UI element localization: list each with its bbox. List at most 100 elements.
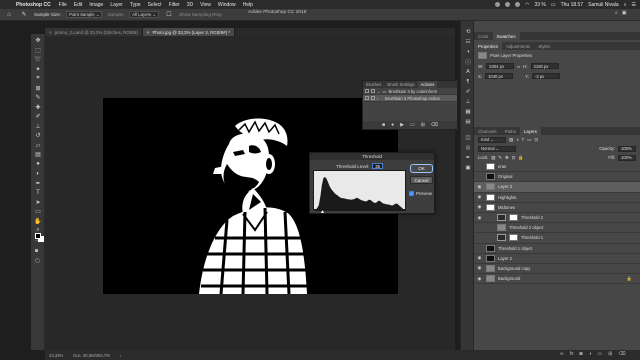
layers-icon[interactable]: ◫: [461, 133, 475, 143]
trash-icon[interactable]: ⌫: [618, 351, 625, 357]
clone-icon[interactable]: ⊥: [461, 97, 475, 107]
visibility-eye-icon[interactable]: ◉: [476, 204, 483, 210]
layer-row[interactable]: ◉ Background 🔒: [474, 274, 640, 285]
menu-help[interactable]: Help: [243, 2, 253, 8]
libraries-icon[interactable]: ▣: [461, 163, 475, 173]
foreground-color-swatch[interactable]: [35, 233, 41, 239]
layer-thumbnail[interactable]: [486, 203, 495, 211]
tab-actions[interactable]: Actions: [417, 81, 438, 88]
tab-brush-settings[interactable]: Brush Settings: [384, 81, 417, 88]
visibility-eye-icon[interactable]: ◉: [476, 215, 483, 221]
stamp-tool-icon[interactable]: ⊥: [31, 122, 45, 132]
layer-name[interactable]: Threshold 1: [521, 235, 543, 240]
menu-filter[interactable]: Filter: [169, 2, 180, 8]
menu-image[interactable]: Image: [89, 2, 103, 8]
tab-styles[interactable]: Styles: [534, 42, 554, 50]
app-name[interactable]: Photoshop CC: [16, 2, 51, 8]
crop-tool-icon[interactable]: ⌗: [31, 74, 45, 84]
layer-thumbnail[interactable]: [486, 183, 495, 191]
layer-thumbnail[interactable]: [497, 224, 506, 232]
user-name[interactable]: Samuli Nivala: [588, 2, 619, 8]
lock-move-icon[interactable]: ✥: [505, 155, 509, 161]
width-field[interactable]: 2304 px: [486, 63, 515, 69]
close-icon[interactable]: ×: [147, 30, 150, 35]
dialog-toggle-icon[interactable]: [371, 96, 375, 100]
visibility-eye-icon[interactable]: ◉: [476, 276, 483, 282]
filter-adjust-icon[interactable]: ◑: [516, 137, 519, 142]
tab-photo[interactable]: × Photo.jpg @ 33,3% (Layer 3, RGB/8#) *: [142, 28, 236, 36]
histogram[interactable]: [313, 170, 407, 211]
cancel-button[interactable]: Cancel: [410, 176, 433, 184]
status-icon[interactable]: [515, 2, 521, 7]
lock-artboard-icon[interactable]: ⊡: [512, 155, 516, 161]
layer-thumbnail[interactable]: [486, 163, 495, 171]
status-icon[interactable]: [505, 2, 511, 7]
dialog-toggle-icon[interactable]: [371, 89, 375, 93]
checkbox-icon[interactable]: [365, 89, 369, 93]
marquee-tool-icon[interactable]: ⬚: [31, 46, 45, 56]
channels-icon[interactable]: ◎: [461, 143, 475, 153]
layer-row[interactable]: ◉ Layer 3: [474, 182, 640, 193]
tab-layers[interactable]: Layers: [519, 127, 541, 135]
menu-type[interactable]: Type: [130, 2, 141, 8]
menu-select[interactable]: Select: [148, 2, 162, 8]
adjustment-layer-icon[interactable]: [497, 234, 506, 242]
height-field[interactable]: 2160 px: [530, 63, 559, 69]
quick-mask-icon[interactable]: ◙: [35, 248, 38, 254]
swatches-icon[interactable]: ▦: [461, 107, 475, 117]
visibility-eye-icon[interactable]: ◉: [476, 265, 483, 271]
layer-thumbnail[interactable]: [486, 254, 495, 262]
layer-row[interactable]: Original: [474, 172, 640, 183]
paths-icon[interactable]: ✒: [461, 153, 475, 163]
battery-icon[interactable]: ▭: [551, 2, 556, 8]
menu-edit[interactable]: Edit: [74, 2, 83, 8]
adjustment-icon[interactable]: ◑: [589, 351, 592, 357]
checkbox-icon[interactable]: ☐: [164, 10, 174, 19]
new-icon[interactable]: ⊞: [421, 122, 425, 128]
history-icon[interactable]: ⟲: [461, 27, 475, 37]
layer-row[interactable]: eras: [474, 162, 640, 173]
eyedropper-tool-icon[interactable]: ✎: [31, 93, 45, 103]
sample-dropdown[interactable]: All Layers ⌄: [129, 11, 159, 18]
menu-3d[interactable]: 3D: [187, 2, 193, 8]
play-icon[interactable]: ▶: [400, 122, 404, 128]
link-icon[interactable]: ∞: [517, 64, 520, 69]
link-layers-icon[interactable]: ∞: [560, 351, 564, 357]
lock-paint-icon[interactable]: ✎: [498, 155, 502, 161]
group-icon[interactable]: ▭: [598, 351, 603, 357]
layer-row[interactable]: ◉ Background copy: [474, 264, 640, 275]
fx-icon[interactable]: fx: [570, 351, 574, 357]
lasso-tool-icon[interactable]: ➰: [31, 55, 45, 65]
type-tool-icon[interactable]: T: [31, 188, 45, 198]
filter-pixel-icon[interactable]: ▨: [509, 137, 513, 143]
layer-row[interactable]: ◉ Layer 2: [474, 254, 640, 264]
layer-row[interactable]: Threshold 1: [474, 233, 640, 244]
paragraph-icon[interactable]: ¶: [461, 77, 475, 87]
layer-row[interactable]: ◉ Midtones: [474, 203, 640, 213]
list-icon[interactable]: ☰: [632, 2, 636, 8]
eyedropper-icon[interactable]: ✎: [19, 10, 29, 19]
tab-properties[interactable]: Properties: [474, 42, 503, 50]
layer-name[interactable]: Background copy: [498, 266, 530, 271]
tab-promo[interactable]: × promo_2.Land @ 33,3% (Glitches, RGB/8): [45, 28, 143, 36]
layer-name[interactable]: Background: [498, 276, 520, 281]
fill-field[interactable]: 100%: [618, 154, 636, 161]
visibility-eye-icon[interactable]: ◉: [476, 184, 483, 190]
hand-tool-icon[interactable]: ✋: [31, 217, 45, 227]
menu-layer[interactable]: Layer: [110, 2, 123, 8]
layer-mask-thumbnail[interactable]: [509, 214, 518, 222]
action-row[interactable]: › Brushtain 3 Photoshop Action: [363, 95, 457, 102]
layer-row[interactable]: ◉ Threshold 2: [474, 213, 640, 224]
stop-icon[interactable]: ■: [382, 122, 385, 128]
path-select-icon[interactable]: ➤: [31, 198, 45, 208]
move-tool-icon[interactable]: ✥: [31, 36, 45, 46]
folder-icon[interactable]: ▭: [410, 122, 415, 128]
layer-name[interactable]: Threshold 1 object: [498, 246, 532, 251]
action-set-row[interactable]: ⌄ ▭ Brushtain 3 by codeinform: [363, 88, 457, 95]
history-brush-icon[interactable]: ↺: [31, 131, 45, 141]
x-field[interactable]: 1040 px: [485, 73, 514, 79]
healing-tool-icon[interactable]: ✚: [31, 103, 45, 113]
adjust-icon[interactable]: ◑: [461, 47, 475, 57]
wifi-icon[interactable]: ◠: [525, 2, 529, 8]
chevron-down-icon[interactable]: ⌄: [377, 89, 381, 94]
